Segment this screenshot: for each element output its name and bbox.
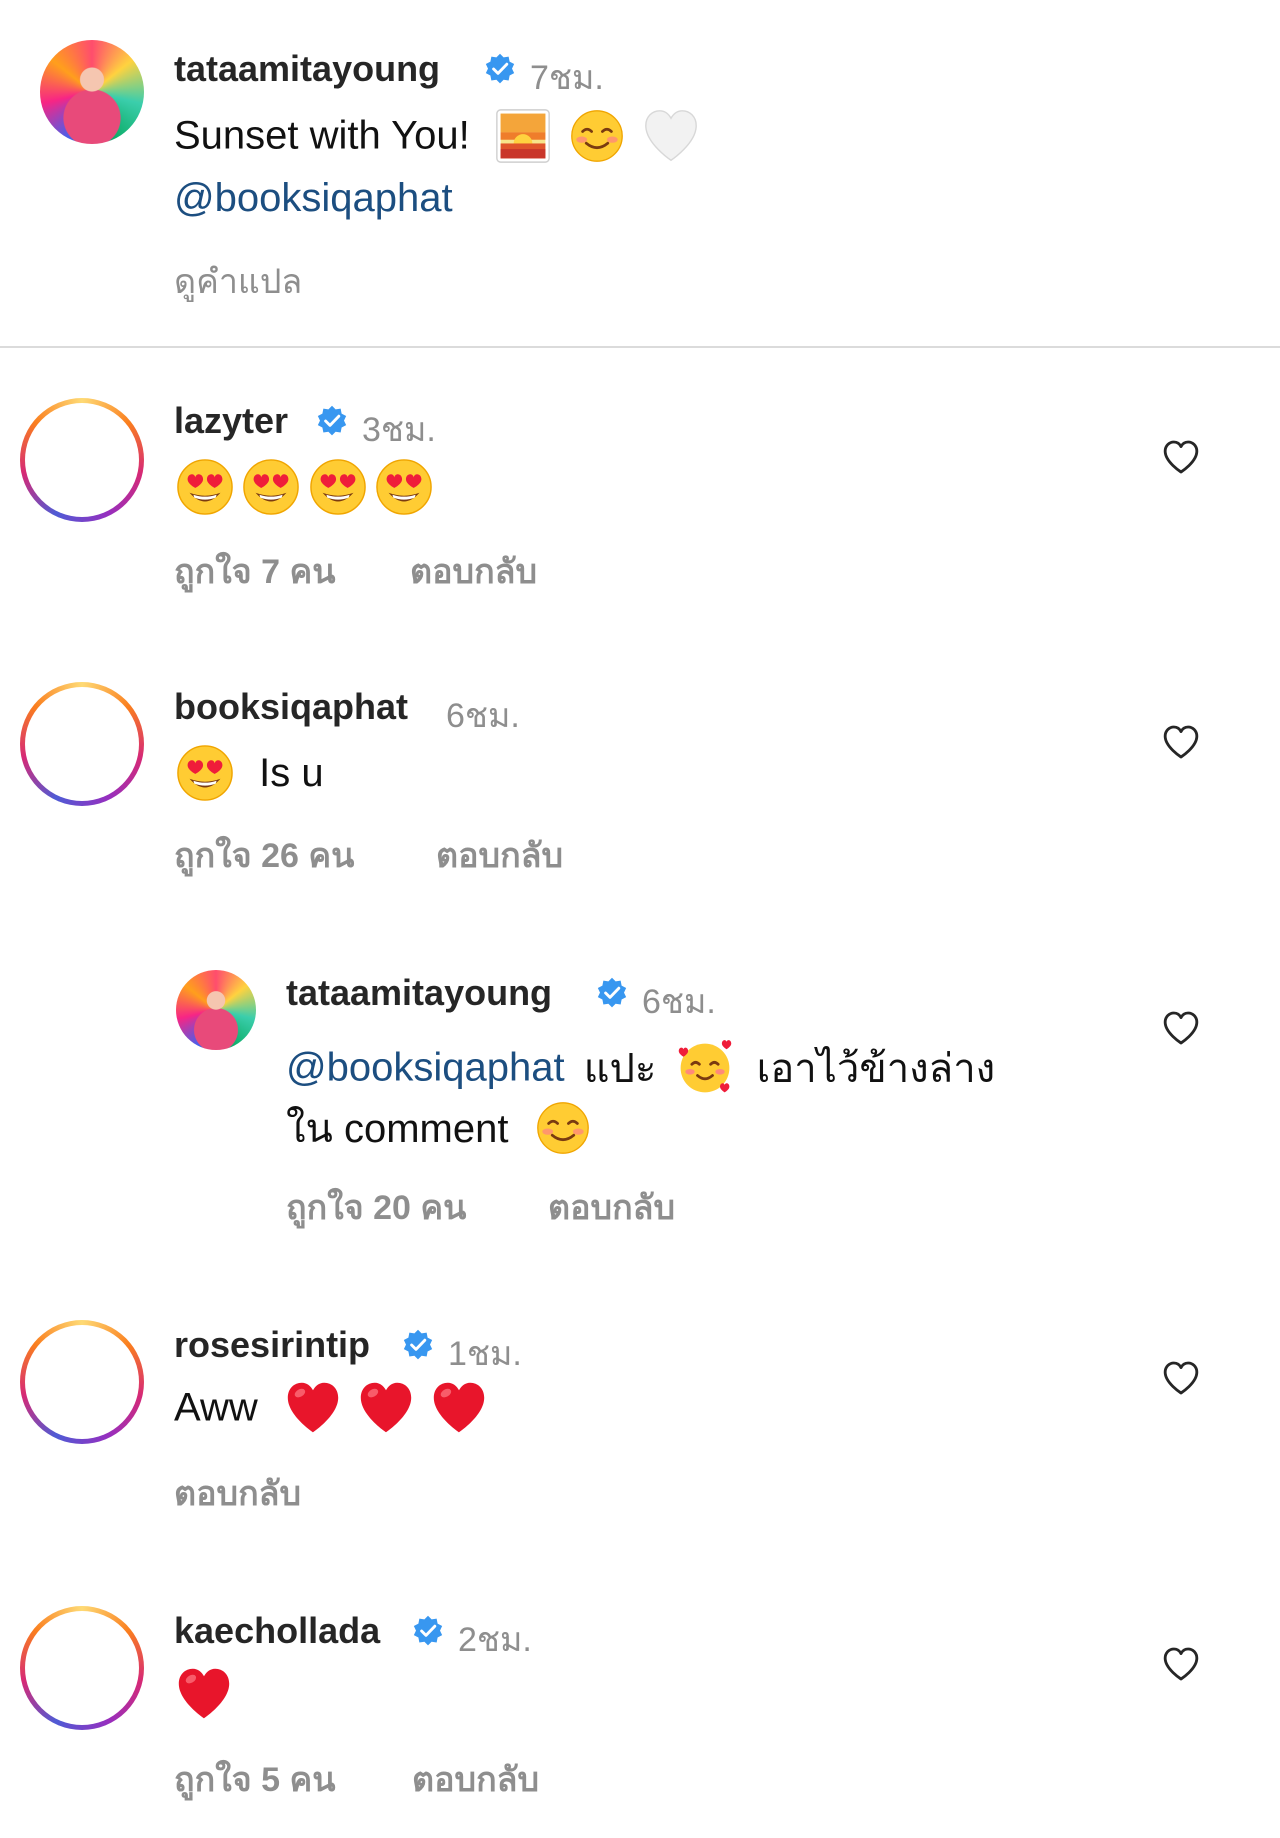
reply-button[interactable]: ตอบกลับ (548, 1180, 675, 1234)
username[interactable]: rosesirintip (174, 1324, 370, 1366)
comment-text: Is u (259, 750, 324, 795)
comment-body (176, 1666, 232, 1722)
verified-badge-icon (316, 405, 348, 437)
heart-eyes-emoji-icon (176, 458, 234, 516)
red-heart-emoji-icon (358, 1380, 414, 1436)
smiling-face-emoji-icon (536, 1101, 590, 1155)
comment-text: Aww (174, 1385, 258, 1430)
caption-text: Sunset with You! (174, 108, 699, 164)
white-heart-emoji-icon (643, 108, 699, 164)
comment-header: lazyter 3ชม. (174, 400, 674, 449)
like-heart-icon[interactable] (1160, 1644, 1202, 1684)
like-count[interactable]: ถูกใจ 20 คน (286, 1180, 466, 1234)
timestamp: 7ชม. (530, 59, 604, 97)
username[interactable]: tataamitayoung (286, 972, 552, 1014)
comment-text: แปะ (583, 1047, 657, 1091)
red-heart-emoji-icon (176, 1666, 232, 1722)
avatar[interactable] (20, 1606, 144, 1730)
heart-eyes-emoji-icon (176, 744, 234, 802)
heart-eyes-emoji-icon (242, 458, 300, 516)
caption-header: tataamitayoung 7ชม. (174, 48, 774, 97)
comment-body: Aww (174, 1380, 487, 1440)
comment-body-line2: ใน comment (286, 1096, 590, 1156)
comment-header: rosesirintip 1ชม. (174, 1324, 674, 1373)
like-heart-icon[interactable] (1160, 722, 1202, 762)
like-heart-icon[interactable] (1160, 1008, 1202, 1048)
comment-text: ใน comment (286, 1107, 509, 1151)
comment-text: เอาไว้ข้างล่าง (756, 1047, 996, 1091)
like-count[interactable]: ถูกใจ 26 คน (174, 828, 354, 882)
caption-text-content: Sunset with You! (174, 113, 470, 158)
comment-header: booksiqaphat 6ชม. (174, 686, 674, 735)
caption-mention[interactable]: @booksiqaphat (174, 176, 453, 221)
mention-link[interactable]: @booksiqaphat (286, 1046, 565, 1090)
avatar[interactable] (20, 1320, 144, 1444)
red-heart-emoji-icon (431, 1380, 487, 1436)
comment-header: kaechollada 2ชม. (174, 1610, 674, 1659)
comment-header: tataamitayoung 6ชม. (286, 972, 886, 1021)
divider (0, 346, 1280, 348)
like-heart-icon[interactable] (1160, 1358, 1202, 1398)
comment-body (176, 458, 433, 516)
smiling-face-emoji-icon (570, 109, 624, 163)
verified-badge-icon (402, 1329, 434, 1361)
verified-badge-icon (484, 53, 516, 85)
avatar[interactable] (20, 682, 144, 806)
reply-button[interactable]: ตอบกลับ (436, 828, 563, 882)
avatar[interactable] (176, 970, 256, 1050)
like-count[interactable]: ถูกใจ 5 คน (174, 1752, 335, 1806)
heart-eyes-emoji-icon (375, 458, 433, 516)
sunset-emoji-icon (495, 108, 551, 164)
see-translation-link[interactable]: ดูคำแปล (174, 254, 302, 308)
username[interactable]: tataamitayoung (174, 48, 440, 90)
timestamp: 2ชม. (458, 1621, 532, 1659)
timestamp: 3ชม. (362, 411, 436, 449)
like-heart-icon[interactable] (1160, 437, 1202, 477)
verified-badge-icon (596, 977, 628, 1009)
username[interactable]: booksiqaphat (174, 686, 408, 728)
verified-badge-icon (412, 1615, 444, 1647)
reply-button[interactable]: ตอบกลับ (410, 544, 537, 598)
smiling-face-with-hearts-emoji-icon (675, 1038, 735, 1098)
timestamp: 6ชม. (446, 697, 520, 735)
timestamp: 1ชม. (448, 1335, 522, 1373)
comment-body: @booksiqaphat แปะ เอาไว้ข้างล่าง (286, 1036, 995, 1096)
username[interactable]: kaechollada (174, 1610, 380, 1652)
like-count[interactable]: ถูกใจ 7 คน (174, 544, 335, 598)
avatar[interactable] (20, 398, 144, 522)
username[interactable]: lazyter (174, 400, 288, 442)
comment-body: Is u (176, 744, 324, 804)
red-heart-emoji-icon (285, 1380, 341, 1436)
timestamp: 6ชม. (642, 983, 716, 1021)
heart-eyes-emoji-icon (309, 458, 367, 516)
reply-button[interactable]: ตอบกลับ (174, 1466, 301, 1520)
reply-button[interactable]: ตอบกลับ (412, 1752, 539, 1806)
avatar[interactable] (40, 40, 144, 144)
